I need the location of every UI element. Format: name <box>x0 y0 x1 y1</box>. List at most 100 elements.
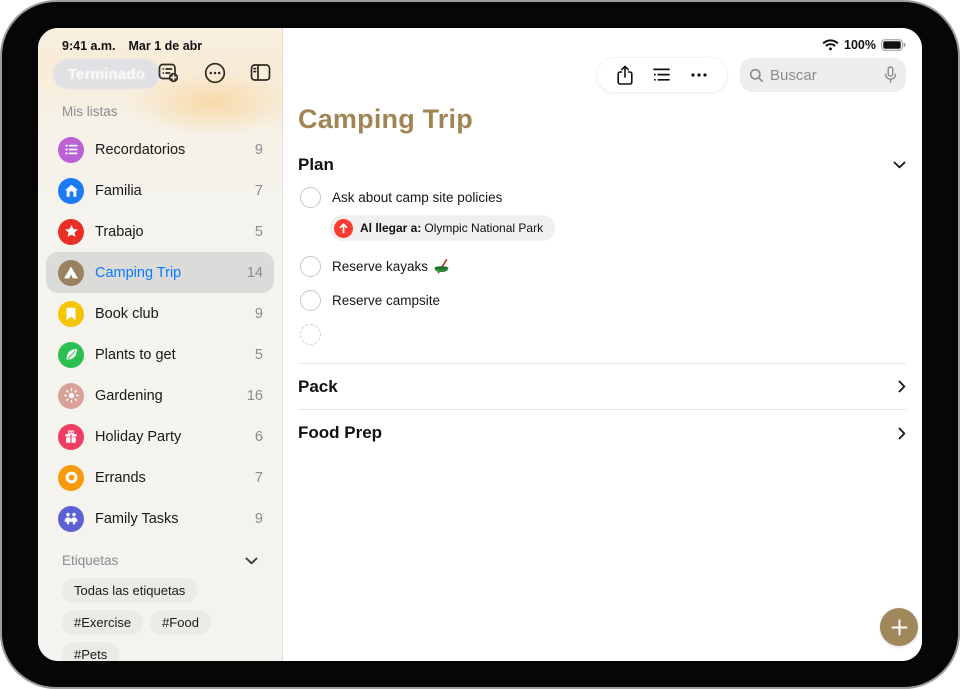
list-name: Gardening <box>95 387 163 404</box>
empty-checkbox-placeholder[interactable] <box>300 323 321 345</box>
list-count: 6 <box>254 428 263 445</box>
main-content: 100% Buscar Camping Trip Plan Ask about … <box>283 28 922 661</box>
bookmark-icon <box>58 300 84 327</box>
list-name: Recordatorios <box>95 141 186 158</box>
list-count: 7 <box>254 469 263 486</box>
list-count: 16 <box>246 387 263 404</box>
sidebar-list-familia[interactable]: Familia 7 <box>46 170 274 211</box>
battery-icon <box>881 39 906 51</box>
list-name: Book club <box>95 305 159 322</box>
sidebar-list-gardening[interactable]: Gardening 16 <box>46 375 274 416</box>
tent-icon <box>58 259 84 286</box>
leaf-icon <box>58 341 84 368</box>
sidebar-list-holiday-party[interactable]: Holiday Party 6 <box>46 416 274 457</box>
my-lists-header: Mis listas <box>62 104 118 119</box>
tags-container: Todas las etiquetas #Exercise #Food #Pets <box>38 576 282 661</box>
list-name: Plants to get <box>95 346 176 363</box>
search-field[interactable] <box>740 58 906 92</box>
list-name: Trabajo <box>95 223 144 240</box>
sidebar: 9:41 a.m. Mar 1 de abr Terminado Mis lis… <box>38 28 298 661</box>
more-circle-icon[interactable] <box>201 59 228 86</box>
gift-icon <box>58 423 84 450</box>
sun-icon <box>58 382 84 409</box>
sidebar-toolbar: Terminado <box>38 58 282 90</box>
section-food-prep-header[interactable]: Food Prep <box>298 410 906 456</box>
task-list: Ask about camp site policies Al llegar a:… <box>298 182 906 349</box>
location-tag[interactable]: Al llegar a: Olympic National Park <box>330 215 556 241</box>
tags-header: Etiquetas <box>62 553 119 568</box>
done-button[interactable]: Terminado <box>53 59 160 89</box>
section-plan-header[interactable]: Plan <box>298 152 906 178</box>
tag-pill-food[interactable]: #Food <box>150 610 211 635</box>
list-name: Familia <box>95 182 142 199</box>
list-count: 9 <box>254 510 263 527</box>
family-icon <box>58 505 84 532</box>
location-tag-value: Olympic National Park <box>424 221 544 235</box>
microphone-icon[interactable] <box>884 66 897 84</box>
search-input[interactable] <box>770 66 878 84</box>
tag-pill-exercise[interactable]: #Exercise <box>62 610 144 635</box>
chevron-down-icon <box>893 161 906 169</box>
task-title[interactable]: Reserve kayaks <box>332 258 450 274</box>
list-name: Family Tasks <box>95 510 179 527</box>
new-task-row <box>298 319 906 349</box>
sidebar-list-book-club[interactable]: Book club 9 <box>46 293 274 334</box>
lists-container: Recordatorios 9 Familia 7 Trabajo 5 Camping Tr… <box>38 127 282 539</box>
ipad-screenshot: 9:41 a.m. Mar 1 de abr Terminado Mis lis… <box>0 0 960 689</box>
add-list-icon[interactable] <box>155 59 182 86</box>
task-title[interactable]: Ask about camp site policies <box>332 190 502 205</box>
list-count: 7 <box>254 182 263 199</box>
collapsed-sections: Pack Food Prep <box>298 364 906 456</box>
new-reminder-button[interactable] <box>880 608 918 646</box>
list-name: Camping Trip <box>95 264 182 281</box>
list-count: 9 <box>254 305 263 322</box>
wifi-icon <box>822 39 839 51</box>
sidebar-list-camping-trip[interactable]: Camping Trip 14 <box>46 252 274 293</box>
sidebar-scroll: Mis listas Recordatorios 9 Familia 7 Trabajo… <box>38 90 282 661</box>
battery-percent: 100% <box>844 38 876 52</box>
task-row: Ask about camp site policies <box>298 182 906 212</box>
sidebar-list-plants-to-get[interactable]: Plants to get 5 <box>46 334 274 375</box>
sidebar-list-recordatorios[interactable]: Recordatorios 9 <box>46 129 274 170</box>
list-name: Errands <box>95 469 146 486</box>
list-count: 5 <box>254 346 263 363</box>
star-icon <box>58 218 84 245</box>
more-icon[interactable] <box>687 63 711 87</box>
list-bullets-icon <box>58 136 84 163</box>
ring-icon <box>58 464 84 491</box>
sidebar-list-family-tasks[interactable]: Family Tasks 9 <box>46 498 274 539</box>
toggle-sidebar-icon[interactable] <box>247 59 274 86</box>
task-checkbox[interactable] <box>300 289 321 311</box>
task-row: Reserve campsite <box>298 285 906 315</box>
status-date: Mar 1 de abr <box>128 39 203 53</box>
share-icon[interactable] <box>613 63 637 87</box>
tag-pill-pets[interactable]: #Pets <box>62 642 120 661</box>
section-name: Food Prep <box>298 423 383 442</box>
toolbar-pill <box>597 58 727 92</box>
status-bar-right: 100% <box>822 38 906 52</box>
task-checkbox[interactable] <box>300 255 321 277</box>
tag-pill-todas-las-etiquetas[interactable]: Todas las etiquetas <box>62 578 198 603</box>
chevron-right-icon <box>898 380 906 393</box>
group-list-icon[interactable] <box>650 63 674 87</box>
reminders-app: 9:41 a.m. Mar 1 de abr Terminado Mis lis… <box>38 28 922 661</box>
sidebar-list-trabajo[interactable]: Trabajo 5 <box>46 211 274 252</box>
section-pack-header[interactable]: Pack <box>298 364 906 410</box>
house-icon <box>58 177 84 204</box>
tags-chevron-down-icon[interactable] <box>245 557 258 565</box>
task-title[interactable]: Reserve campsite <box>332 293 440 308</box>
search-icon <box>749 68 764 83</box>
location-tag-label: Al llegar a: <box>360 221 422 235</box>
status-bar-left: 9:41 a.m. Mar 1 de abr <box>62 39 202 53</box>
main-toolbar <box>298 28 906 92</box>
sidebar-list-errands[interactable]: Errands 7 <box>46 457 274 498</box>
section-plan-name: Plan <box>298 155 334 174</box>
canoe-icon <box>433 258 450 274</box>
task-checkbox[interactable] <box>300 186 321 208</box>
list-count: 5 <box>254 223 263 240</box>
page-title: Camping Trip <box>298 104 473 134</box>
task-row: Reserve kayaks <box>298 251 906 281</box>
chevron-right-icon <box>898 427 906 440</box>
list-count: 14 <box>246 264 263 281</box>
list-name: Holiday Party <box>95 428 182 445</box>
